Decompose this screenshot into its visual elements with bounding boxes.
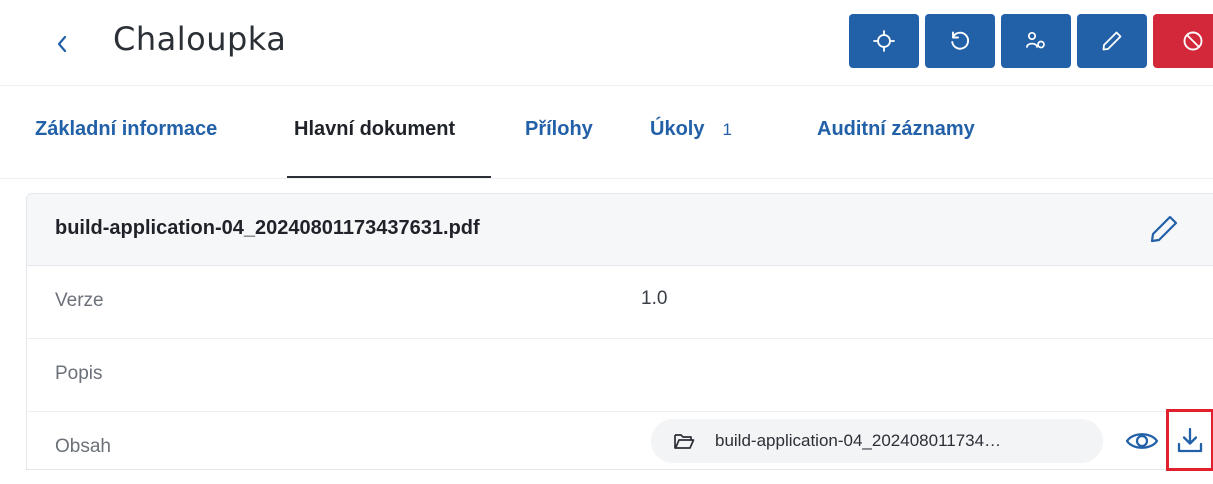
edit-button[interactable] <box>1077 14 1147 68</box>
prohibit-icon <box>1183 31 1203 51</box>
tab-tasks[interactable]: Úkoly 1 <box>650 118 732 141</box>
refresh-button[interactable] <box>925 14 995 68</box>
assign-users-button[interactable] <box>1001 14 1071 68</box>
page-title: Chaloupka <box>113 20 287 58</box>
users-icon <box>1026 31 1045 49</box>
header-divider <box>0 85 1213 86</box>
rotate-left-icon <box>951 31 969 50</box>
pencil-icon <box>1102 31 1122 51</box>
content-file-chip[interactable]: build-application-04_202408011734… <box>651 419 1103 463</box>
cancel-button[interactable] <box>1153 14 1213 68</box>
tabs-divider <box>0 178 1213 179</box>
download-icon <box>1177 427 1203 453</box>
download-button[interactable] <box>1166 409 1213 471</box>
tasks-count-badge: 1 <box>722 120 732 139</box>
tab-basic-info[interactable]: Základní informace <box>35 118 217 141</box>
chevron-left-icon <box>57 35 67 53</box>
tab-attachments[interactable]: Přílohy <box>525 118 593 141</box>
pencil-icon[interactable] <box>1147 212 1181 246</box>
tab-tasks-label: Úkoly <box>650 118 705 140</box>
content-file-name: build-application-04_202408011734… <box>715 431 1002 450</box>
tab-main-document[interactable]: Hlavní dokument <box>294 118 455 141</box>
eye-icon[interactable] <box>1124 423 1160 459</box>
action-toolbar <box>849 14 1213 68</box>
document-file-name: build-application-04_20240801173437631.p… <box>55 217 480 239</box>
description-label: Popis <box>55 363 103 384</box>
version-row: Verze 1.0 <box>27 265 1213 339</box>
version-value: 1.0 <box>641 288 668 309</box>
content-label: Obsah <box>55 436 111 457</box>
back-button[interactable] <box>50 26 74 62</box>
tab-audit-records[interactable]: Auditní záznamy <box>817 118 975 141</box>
crosshair-icon <box>873 30 895 52</box>
folder-open-icon <box>674 434 695 449</box>
locate-button[interactable] <box>849 14 919 68</box>
document-card-header: build-application-04_20240801173437631.p… <box>27 194 1213 266</box>
document-card: build-application-04_20240801173437631.p… <box>26 193 1213 471</box>
version-label: Verze <box>55 290 104 311</box>
description-row: Popis <box>27 338 1213 412</box>
